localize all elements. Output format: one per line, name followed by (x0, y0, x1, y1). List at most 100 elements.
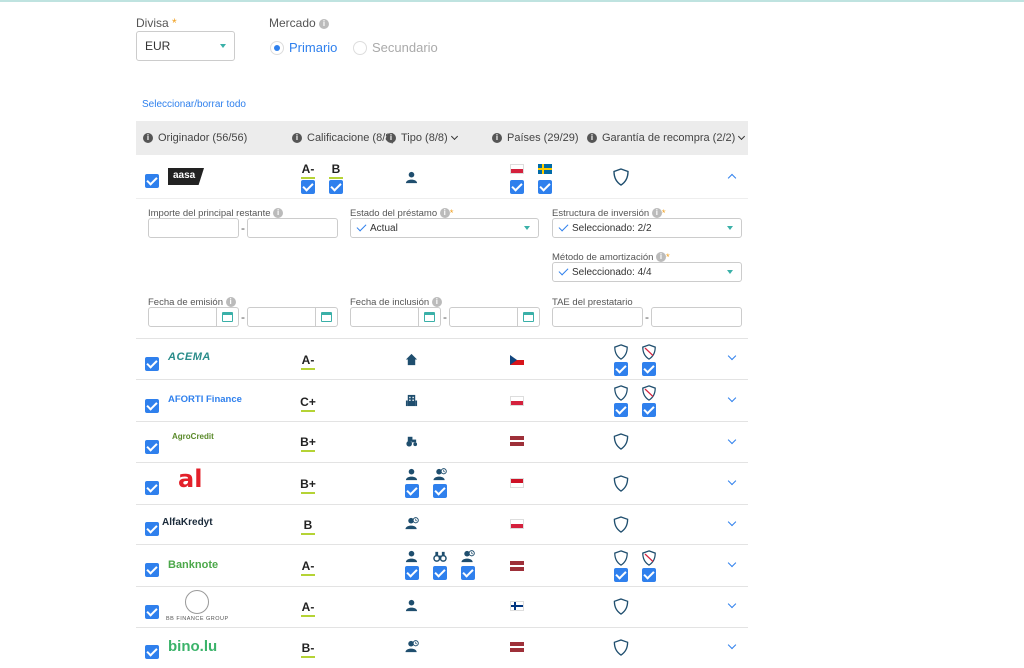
principal-min-input[interactable] (148, 218, 239, 238)
market-label: Mercado i (269, 16, 330, 30)
person-clock-icon (405, 517, 419, 530)
expand-chevron-icon[interactable] (727, 435, 737, 445)
chevron-down-icon (524, 226, 530, 230)
originator-checkbox[interactable] (145, 481, 159, 495)
rating-label: B- (298, 641, 318, 658)
info-icon: i (656, 252, 667, 263)
inclusion-date-from-input[interactable] (350, 307, 441, 327)
type-checkbox[interactable] (461, 566, 475, 580)
issue-date-from-input[interactable] (148, 307, 239, 327)
rating-checkbox[interactable] (301, 180, 315, 194)
expand-chevron-icon[interactable] (727, 599, 737, 609)
select-all-link[interactable]: Seleccionar/borrar todo (142, 99, 246, 110)
principal-max-input[interactable] (247, 218, 338, 238)
header-guarantee[interactable]: i Garantía de recompra (2/2) (587, 132, 746, 144)
chevron-down-icon (738, 132, 746, 141)
originator-checkbox[interactable] (145, 645, 159, 659)
person-clock-icon (461, 550, 475, 563)
person-clock-icon (433, 468, 447, 481)
originator-checkbox[interactable] (145, 563, 159, 577)
guarantee-checkbox[interactable] (642, 568, 656, 582)
expand-chevron-icon[interactable] (727, 476, 737, 486)
table-row: AFORTI Finance C+ (136, 380, 748, 422)
type-checkbox[interactable] (405, 566, 419, 580)
range-dash: - (241, 221, 245, 235)
guarantee-checkbox[interactable] (614, 403, 628, 417)
guarantee-checkbox[interactable] (614, 568, 628, 582)
calendar-icon[interactable] (216, 308, 238, 326)
header-countries[interactable]: i Países (29/29) (492, 132, 579, 144)
collapse-chevron-icon[interactable] (727, 173, 737, 183)
house-icon (405, 353, 418, 366)
rating-label: B+ (298, 477, 318, 494)
expand-chevron-icon[interactable] (727, 351, 737, 361)
originator-checkbox[interactable] (145, 399, 159, 413)
tractor-icon (405, 434, 418, 447)
person-icon (405, 468, 418, 481)
radio-label: Secundario (372, 40, 438, 55)
shield-crossed-icon (641, 385, 657, 401)
expand-chevron-icon[interactable] (727, 640, 737, 650)
currency-select[interactable]: EUR (136, 31, 235, 61)
originator-checkbox[interactable] (145, 174, 159, 188)
chevron-down-icon (220, 44, 226, 48)
investment-structure-select[interactable]: Seleccionado: 2/2 (552, 218, 742, 238)
market-radio-primary[interactable]: Primario (270, 40, 337, 55)
radio-label: Primario (289, 40, 338, 55)
guarantee-checkbox[interactable] (642, 362, 656, 376)
flag-sweden-icon (538, 164, 552, 174)
originator-checkbox[interactable] (145, 357, 159, 371)
info-icon: i (386, 133, 396, 143)
expand-chevron-icon[interactable] (727, 393, 737, 403)
header-rating[interactable]: i Calificacione (8/8) (292, 132, 395, 144)
check-icon (356, 221, 367, 231)
inclusion-date-to-input[interactable] (449, 307, 540, 327)
flag-poland-icon (510, 396, 524, 406)
amortization-select[interactable]: Seleccionado: 4/4 (552, 262, 742, 282)
info-icon: i (431, 297, 442, 308)
shield-icon (613, 344, 629, 360)
type-checkbox[interactable] (433, 566, 447, 580)
originator-logo: AgroCredit (172, 432, 214, 441)
shield-crossed-icon (641, 550, 657, 566)
range-dash: - (645, 310, 649, 324)
originator-checkbox[interactable] (145, 605, 159, 619)
rating-checkbox[interactable] (329, 180, 343, 194)
guarantee-checkbox[interactable] (642, 403, 656, 417)
originator-logo: al (178, 465, 203, 493)
issue-date-to-input[interactable] (247, 307, 338, 327)
range-dash: - (443, 310, 447, 324)
apr-max-input[interactable] (651, 307, 742, 327)
expand-chevron-icon[interactable] (727, 558, 737, 568)
table-row: aasa A- B Importe del principal restante… (136, 156, 748, 339)
shield-crossed-icon (641, 344, 657, 360)
info-icon: i (492, 133, 502, 143)
type-checkbox[interactable] (405, 484, 419, 498)
country-checkbox[interactable] (510, 180, 524, 194)
calendar-icon[interactable] (315, 308, 337, 326)
person-icon (405, 599, 418, 612)
flag-latvia-icon (510, 642, 524, 652)
calendar-icon[interactable] (517, 308, 539, 326)
radio-dot-icon (270, 40, 284, 55)
type-checkbox[interactable] (433, 484, 447, 498)
radio-dot-icon (353, 40, 367, 55)
header-originator[interactable]: i Originador (56/56) (143, 132, 247, 144)
market-radio-secondary[interactable]: Secundario (353, 40, 438, 55)
info-icon: i (587, 133, 597, 143)
shield-icon (613, 475, 629, 492)
header-type[interactable]: i Tipo (8/8) (386, 132, 458, 144)
apr-min-input[interactable] (552, 307, 643, 327)
rating-label: A- (298, 559, 318, 576)
loan-status-select[interactable]: Actual (350, 218, 539, 238)
originator-checkbox[interactable] (145, 440, 159, 454)
shield-icon (613, 433, 629, 450)
info-icon: i (651, 208, 662, 219)
originator-logo: bino.lu (168, 638, 218, 655)
guarantee-checkbox[interactable] (614, 362, 628, 376)
expand-chevron-icon[interactable] (727, 517, 737, 527)
originator-checkbox[interactable] (145, 522, 159, 536)
check-icon (558, 221, 569, 231)
country-checkbox[interactable] (538, 180, 552, 194)
calendar-icon[interactable] (418, 308, 440, 326)
